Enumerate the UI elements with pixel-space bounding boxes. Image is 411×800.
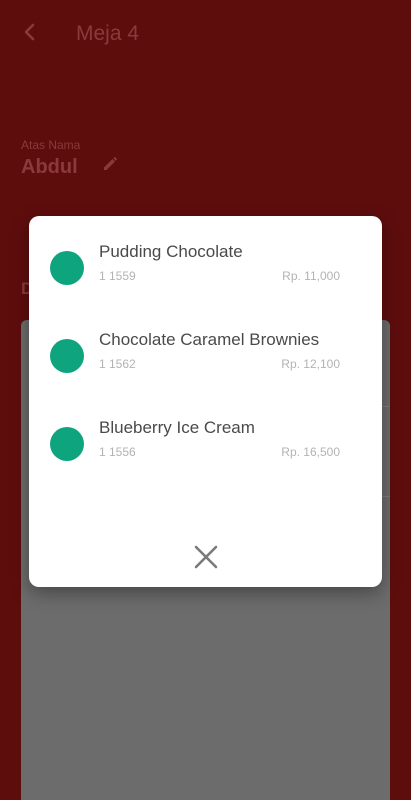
list-item[interactable]: Pudding Chocolate 1 1559 Rp. 11,000 [29,242,382,312]
item-name: Pudding Chocolate [99,242,243,261]
close-button[interactable] [193,545,219,574]
item-code: 1 1556 [99,445,136,459]
status-dot [50,251,84,285]
chevron-left-icon [22,23,38,46]
order-items-dialog: Pudding Chocolate 1 1559 Rp. 11,000 Choc… [29,216,382,587]
item-code: 1 1562 [99,357,136,371]
edit-owner-button[interactable] [98,152,124,178]
close-icon [194,545,218,574]
item-price: Rp. 11,000 [282,269,340,283]
status-dot [50,427,84,461]
list-item[interactable]: Blueberry Ice Cream 1 1556 Rp. 16,500 [29,418,382,488]
owner-label: Atas Nama [21,138,81,152]
owner-name: Abdul [21,156,78,178]
app-bar: Meja 4 [0,0,411,72]
page-title: Meja 4 [76,22,140,45]
back-button[interactable] [14,18,46,50]
pencil-icon [101,153,121,178]
item-price: Rp. 12,100 [281,357,340,371]
list-item[interactable]: Chocolate Caramel Brownies 1 1562 Rp. 12… [29,330,382,400]
item-name: Chocolate Caramel Brownies [99,330,320,349]
item-code: 1 1559 [99,269,136,283]
item-name: Blueberry Ice Cream [99,418,255,437]
status-dot [50,339,84,373]
item-price: Rp. 16,500 [281,445,340,459]
